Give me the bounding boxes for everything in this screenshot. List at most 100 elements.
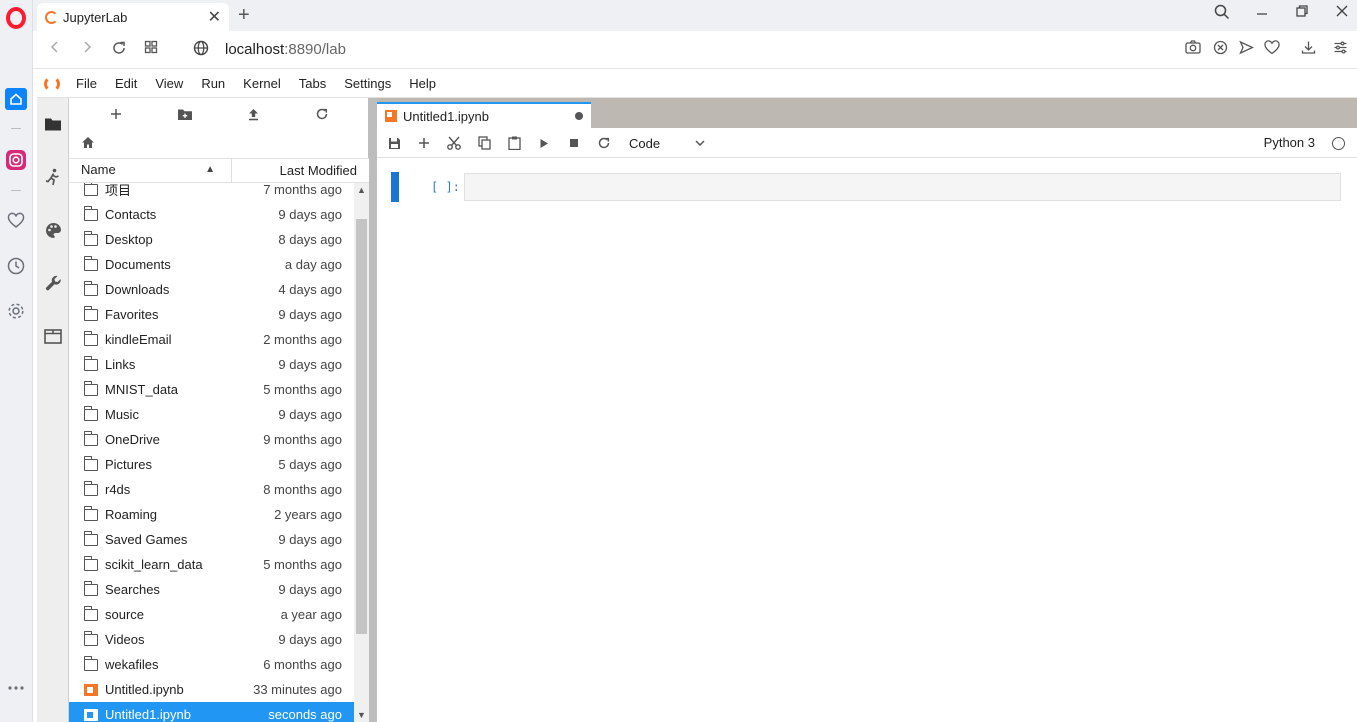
main-dock-area: Untitled1.ipynb Code Python 3 []: [377, 98, 1357, 722]
unsaved-dot-icon[interactable] [575, 112, 583, 120]
file-row-folder[interactable]: Contacts 9 days ago [69, 202, 354, 227]
run-play-icon[interactable] [533, 133, 555, 153]
upload-files-icon[interactable] [242, 104, 264, 124]
file-row-folder[interactable]: scikit_learn_data 5 months ago [69, 552, 354, 577]
file-browser-folder-icon[interactable] [42, 113, 64, 135]
menu-help[interactable]: Help [400, 70, 445, 98]
send-flow-icon[interactable] [1236, 40, 1256, 60]
url-field[interactable]: localhost:8890/lab [225, 41, 346, 58]
browser-tab-jupyterlab[interactable]: JupyterLab ✕ [37, 3, 229, 31]
close-tab-icon[interactable]: ✕ [208, 7, 221, 27]
code-cell[interactable]: [ ]: [391, 172, 1341, 202]
minimize-icon[interactable] [1250, 4, 1274, 23]
reload-icon[interactable] [108, 40, 130, 60]
more-options-icon[interactable] [5, 677, 27, 699]
snapshot-camera-icon[interactable] [1183, 40, 1203, 60]
running-kernels-icon[interactable] [42, 166, 64, 188]
folder-icon [83, 305, 98, 321]
file-row-folder[interactable]: Searches 9 days ago [69, 577, 354, 602]
menu-edit[interactable]: Edit [106, 70, 146, 98]
property-inspector-wrench-icon[interactable] [42, 272, 64, 294]
kernel-name[interactable]: Python 3 [1264, 135, 1315, 150]
instagram-icon[interactable] [5, 149, 27, 171]
kernel-idle-status-icon [1332, 137, 1345, 150]
menu-settings[interactable]: Settings [335, 70, 400, 98]
scroll-up-arrow-icon[interactable]: ▲ [354, 183, 369, 197]
file-row-folder[interactable]: r4ds 8 months ago [69, 477, 354, 502]
file-row-notebook[interactable]: Untitled.ipynb 33 minutes ago [69, 677, 354, 702]
home-icon[interactable] [5, 88, 27, 110]
menu-run[interactable]: Run [192, 70, 234, 98]
open-tabs-icon[interactable] [42, 325, 64, 347]
file-last-modified: a day ago [284, 257, 342, 272]
file-row-folder[interactable]: Documents a day ago [69, 252, 354, 277]
file-row-notebook[interactable]: Untitled1.ipynb seconds ago [69, 702, 354, 722]
bookmark-heart-icon[interactable] [1262, 40, 1282, 60]
new-launcher-plus-icon[interactable] [105, 104, 127, 124]
file-row-folder[interactable]: Links 9 days ago [69, 352, 354, 377]
forward-arrow-icon[interactable] [76, 40, 98, 60]
column-header-last-modified[interactable]: Last Modified [232, 163, 369, 178]
file-row-folder[interactable]: Roaming 2 years ago [69, 502, 354, 527]
file-row-folder[interactable]: Downloads 4 days ago [69, 277, 354, 302]
new-tab-button[interactable]: + [238, 4, 250, 26]
notebook-tab[interactable]: Untitled1.ipynb [377, 102, 591, 128]
restore-window-icon[interactable] [1290, 4, 1314, 23]
file-row-folder[interactable]: 项目 7 months ago [69, 183, 354, 202]
menu-tabs[interactable]: Tabs [290, 70, 335, 98]
history-clock-icon[interactable] [5, 255, 27, 277]
easy-setup-icon[interactable] [1330, 40, 1350, 60]
restart-kernel-icon[interactable] [593, 133, 615, 153]
file-row-folder[interactable]: Desktop 8 days ago [69, 227, 354, 252]
file-row-folder[interactable]: kindleEmail 2 months ago [69, 327, 354, 352]
cell-type-select[interactable]: Code [629, 133, 705, 153]
file-row-folder[interactable]: OneDrive 9 months ago [69, 427, 354, 452]
paste-clipboard-icon[interactable] [503, 133, 525, 153]
new-folder-icon[interactable] [174, 104, 196, 124]
file-row-folder[interactable]: wekafiles 6 months ago [69, 652, 354, 677]
cut-scissors-icon[interactable] [443, 133, 465, 153]
search-icon[interactable] [1210, 4, 1234, 25]
breadcrumb-home-icon[interactable] [81, 136, 95, 152]
menu-view[interactable]: View [146, 70, 192, 98]
file-row-folder[interactable]: Videos 9 days ago [69, 627, 354, 652]
file-name: kindleEmail [105, 332, 172, 347]
file-row-folder[interactable]: MNIST_data 5 months ago [69, 377, 354, 402]
refresh-file-list-icon[interactable] [311, 104, 333, 124]
menu-file[interactable]: File [67, 70, 106, 98]
folder-icon [83, 205, 98, 221]
heart-icon[interactable] [5, 210, 27, 232]
insert-cell-plus-icon[interactable] [413, 133, 435, 153]
file-row-folder[interactable]: Pictures 5 days ago [69, 452, 354, 477]
back-arrow-icon[interactable] [44, 40, 66, 60]
scroll-down-arrow-icon[interactable]: ▼ [354, 708, 369, 722]
file-name: Links [105, 357, 136, 372]
file-name: Videos [105, 632, 145, 647]
interrupt-stop-icon[interactable] [563, 133, 585, 153]
settings-gear-icon[interactable] [5, 300, 27, 322]
opera-logo-icon[interactable] [6, 7, 26, 29]
panel-splitter[interactable] [369, 98, 377, 722]
copy-icon[interactable] [473, 133, 495, 153]
file-row-folder[interactable]: Favorites 9 days ago [69, 302, 354, 327]
file-row-folder[interactable]: Saved Games 9 days ago [69, 527, 354, 552]
column-header-name[interactable]: Name ▲ [69, 158, 232, 183]
file-row-folder[interactable]: source a year ago [69, 602, 354, 627]
scrollbar-thumb[interactable] [356, 219, 367, 634]
active-cell-indicator[interactable] [391, 172, 399, 202]
menu-kernel[interactable]: Kernel [234, 70, 290, 98]
cell-code-editor[interactable] [464, 173, 1341, 201]
command-palette-icon[interactable] [42, 219, 64, 241]
adblock-icon[interactable] [1210, 40, 1230, 60]
file-name: Favorites [105, 307, 159, 322]
file-browser-toolbar [69, 98, 369, 130]
file-name: Searches [105, 582, 160, 597]
file-list-scrollbar[interactable]: ▲ ▼ [354, 183, 369, 722]
address-bar: localhost:8890/lab [33, 31, 1357, 69]
notebook-file-icon [84, 708, 98, 721]
tab-grid-icon[interactable] [140, 40, 162, 60]
close-window-icon[interactable] [1330, 4, 1354, 23]
save-icon[interactable] [383, 133, 405, 153]
download-icon[interactable] [1298, 40, 1318, 60]
file-row-folder[interactable]: Music 9 days ago [69, 402, 354, 427]
